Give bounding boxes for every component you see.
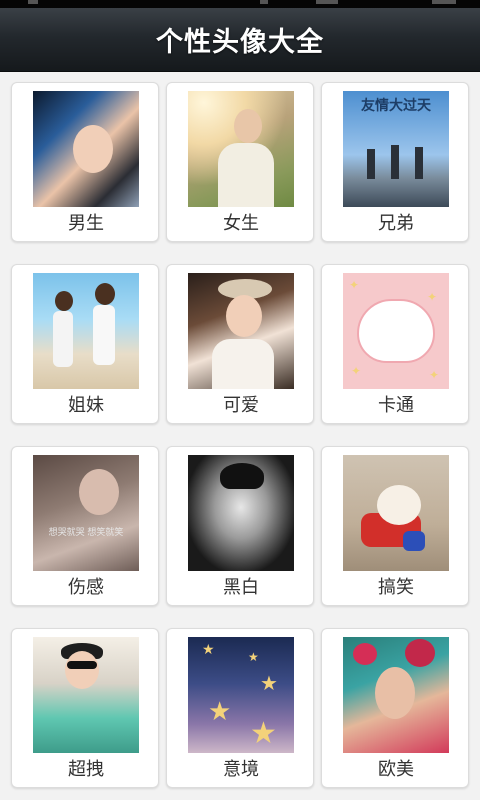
category-label: 意境 (223, 759, 259, 780)
app-title: 个性头像大全 (156, 27, 324, 58)
category-label: 卡通 (378, 395, 414, 416)
category-card-bros[interactable]: 友情大过天 兄弟 (321, 82, 469, 242)
category-card-cartoon[interactable]: ✦ ✦ ✦ ✦ 卡通 (321, 264, 469, 424)
category-label: 女生 (223, 213, 259, 234)
friends-jumping-photo: 友情大过天 (343, 91, 449, 207)
category-card-cute[interactable]: 可爱 (166, 264, 314, 424)
category-card-funny[interactable]: 搞笑 (321, 446, 469, 606)
category-card-bw[interactable]: 黑白 (166, 446, 314, 606)
category-label: 男生 (68, 213, 104, 234)
category-label: 姐妹 (68, 395, 104, 416)
black-white-photo (188, 455, 294, 571)
category-label: 超拽 (68, 759, 104, 780)
girl-portrait-photo (188, 91, 294, 207)
cool-boy-photo (33, 637, 139, 753)
status-bar (0, 0, 480, 8)
title-bar: 个性头像大全 (0, 8, 480, 72)
category-label: 可爱 (223, 395, 259, 416)
category-card-boy[interactable]: 男生 (11, 82, 159, 242)
category-card-cool[interactable]: 超拽 (11, 628, 159, 788)
category-card-mood[interactable]: ★ ★ ★ ★ ★ 意境 (166, 628, 314, 788)
category-card-western[interactable]: 欧美 (321, 628, 469, 788)
funny-dog-photo (343, 455, 449, 571)
category-label: 欧美 (378, 759, 414, 780)
boy-portrait-photo (33, 91, 139, 207)
thumb-caption: 友情大过天 (361, 98, 431, 114)
category-card-sisters[interactable]: 姐妹 (11, 264, 159, 424)
category-label: 兄弟 (378, 213, 414, 234)
category-grid: 男生 女生 友情大过天 兄弟 姐妹 可爱 ✦ ✦ ✦ ✦ 卡通 想哭就哭 想笑就… (0, 72, 480, 800)
sisters-beach-photo (33, 273, 139, 389)
category-label: 搞笑 (378, 577, 414, 598)
sad-girl-photo: 想哭就哭 想笑就笑 (33, 455, 139, 571)
category-label: 黑白 (223, 577, 259, 598)
category-card-girl[interactable]: 女生 (166, 82, 314, 242)
cute-girl-photo (188, 273, 294, 389)
thumb-caption: 想哭就哭 想笑就笑 (48, 528, 124, 538)
stars-mood-image: ★ ★ ★ ★ ★ (188, 637, 294, 753)
category-label: 伤感 (68, 577, 104, 598)
category-card-sad[interactable]: 想哭就哭 想笑就笑 伤感 (11, 446, 159, 606)
cartoon-pig-image: ✦ ✦ ✦ ✦ (343, 273, 449, 389)
western-girl-photo (343, 637, 449, 753)
